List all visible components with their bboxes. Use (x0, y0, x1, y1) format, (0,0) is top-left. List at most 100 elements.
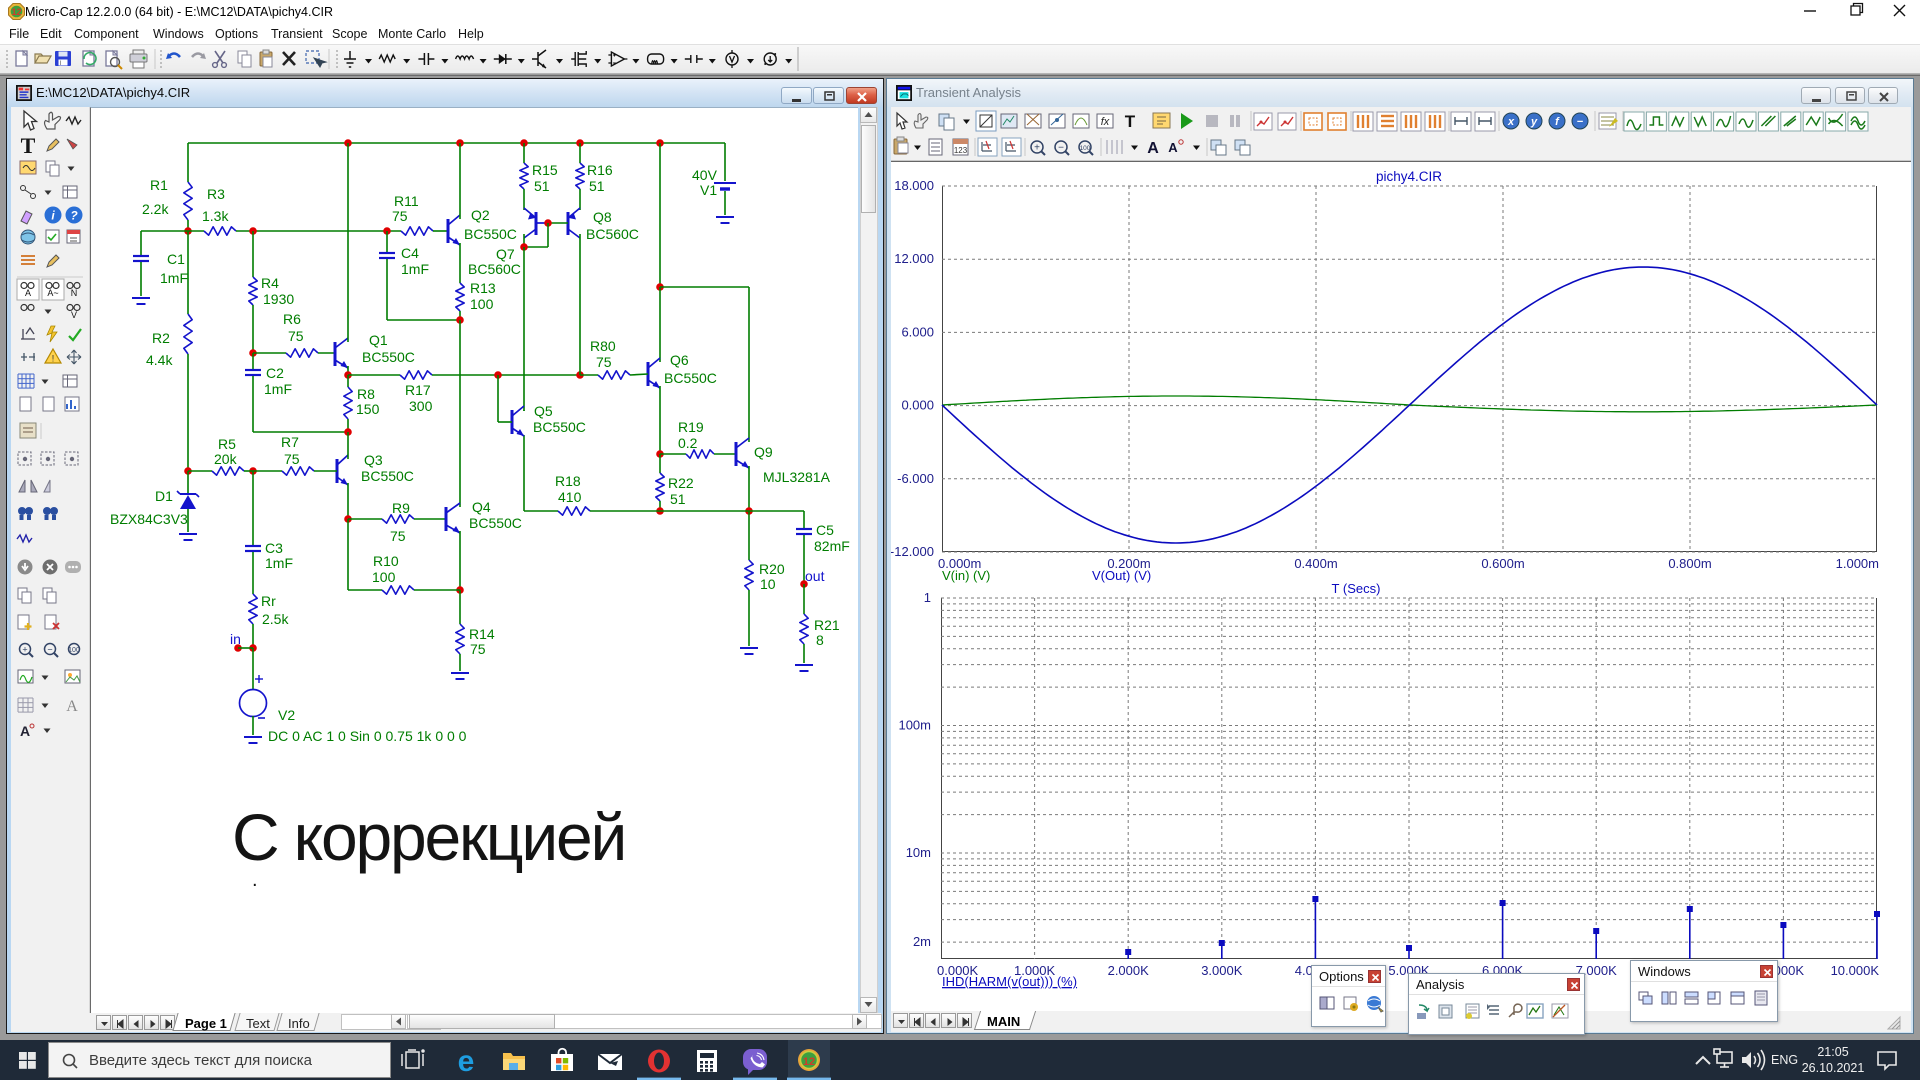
svg-text:T: T (21, 133, 36, 158)
svg-text:MJL3281A: MJL3281A (763, 469, 831, 485)
svg-text:?: ? (70, 209, 78, 223)
svg-text:R2: R2 (152, 330, 170, 346)
svg-text:C4: C4 (401, 245, 419, 261)
svg-text:0.2: 0.2 (678, 435, 698, 451)
svg-text:R5: R5 (218, 436, 236, 452)
svg-text:R9: R9 (392, 500, 410, 516)
svg-text:51: 51 (589, 178, 605, 194)
svg-text:R10: R10 (373, 553, 399, 569)
svg-text:ENG: ENG (1771, 1053, 1798, 1067)
svg-text:BC560C: BC560C (586, 226, 639, 242)
svg-text:D1: D1 (155, 488, 173, 504)
svg-text:BC550C: BC550C (361, 468, 414, 484)
svg-text:0.800m: 0.800m (1668, 556, 1711, 571)
svg-text:BC560C: BC560C (468, 261, 521, 277)
svg-text:Q9: Q9 (754, 444, 773, 460)
svg-text:75: 75 (284, 451, 300, 467)
svg-text:75: 75 (288, 328, 304, 344)
svg-text:+: + (22, 645, 27, 655)
svg-text:A: A (20, 723, 30, 739)
svg-text:T: T (1125, 112, 1136, 131)
svg-text:out: out (805, 568, 825, 584)
svg-text:V(in) (V): V(in) (V) (942, 568, 990, 583)
svg-text:R19: R19 (678, 419, 704, 435)
svg-text:150: 150 (356, 401, 380, 417)
svg-text:Q5: Q5 (534, 403, 553, 419)
svg-text:4.4k: 4.4k (146, 352, 173, 368)
svg-text:Rr: Rr (261, 593, 276, 609)
svg-text:12: 12 (11, 7, 21, 17)
svg-text:2m: 2m (913, 934, 931, 949)
svg-text:R14: R14 (469, 626, 495, 642)
svg-text:1930: 1930 (263, 291, 294, 307)
svg-text:100: 100 (1080, 145, 1091, 152)
svg-text:410: 410 (558, 489, 582, 505)
svg-text:75: 75 (392, 208, 408, 224)
svg-text:0.000: 0.000 (901, 398, 934, 413)
svg-text:A: A (1168, 140, 1178, 155)
svg-text:BC550C: BC550C (464, 226, 517, 242)
svg-text:T (Secs): T (Secs) (1332, 581, 1381, 596)
svg-text:18.000: 18.000 (894, 178, 934, 193)
svg-text:C3: C3 (265, 540, 283, 556)
svg-text:!: ! (52, 354, 55, 364)
svg-text:8: 8 (816, 632, 824, 648)
svg-text:A~: A~ (47, 288, 58, 298)
svg-text:Q2: Q2 (471, 207, 490, 223)
svg-text:R18: R18 (555, 473, 581, 489)
svg-text:N: N (71, 288, 78, 298)
svg-text:R3: R3 (207, 186, 225, 202)
svg-text:x: x (1507, 116, 1515, 128)
svg-text:2.2k: 2.2k (142, 201, 169, 217)
svg-text:A: A (25, 288, 31, 298)
svg-text:C5: C5 (816, 522, 834, 538)
svg-text:R15: R15 (532, 162, 558, 178)
svg-text:51: 51 (670, 491, 686, 507)
svg-text:IHD(HARM(v(out))) (%): IHD(HARM(v(out))) (%) (942, 974, 1077, 989)
svg-text:Q3: Q3 (364, 452, 383, 468)
svg-text:V: V (71, 310, 77, 320)
svg-text:R13: R13 (470, 280, 496, 296)
svg-text:−: − (1577, 116, 1584, 128)
svg-text:С коррекцией: С коррекцией (232, 800, 625, 874)
svg-text:300: 300 (409, 398, 433, 414)
svg-text:10.000K: 10.000K (1831, 963, 1880, 978)
svg-text:2.5k: 2.5k (262, 611, 289, 627)
svg-text:100m: 100m (898, 718, 931, 733)
svg-text:51: 51 (534, 178, 550, 194)
svg-text:Q6: Q6 (670, 352, 689, 368)
svg-text:V1: V1 (700, 182, 717, 198)
svg-text:R6: R6 (283, 311, 301, 327)
svg-text:V(Out) (V): V(Out) (V) (1092, 568, 1151, 583)
svg-text:1mF: 1mF (401, 261, 429, 277)
svg-text:1: 1 (924, 590, 931, 605)
svg-text:6.000: 6.000 (901, 324, 934, 339)
svg-text:123: 123 (954, 146, 968, 155)
svg-text:y: y (1530, 116, 1538, 128)
svg-text:10m: 10m (906, 845, 931, 860)
svg-text:R21: R21 (814, 617, 840, 633)
svg-text:V2: V2 (278, 707, 295, 723)
svg-text:C1: C1 (167, 251, 185, 267)
svg-text:20k: 20k (214, 451, 238, 467)
svg-text:Q8: Q8 (593, 209, 612, 225)
svg-text:−: − (47, 645, 52, 655)
svg-text:BC550C: BC550C (469, 515, 522, 531)
svg-text:BC550C: BC550C (533, 419, 586, 435)
svg-text:100: 100 (470, 296, 494, 312)
svg-text:R22: R22 (668, 475, 694, 491)
svg-text:pichy4.CIR: pichy4.CIR (1376, 169, 1442, 184)
svg-text:BZX84C3V3: BZX84C3V3 (110, 511, 188, 527)
svg-text:R8: R8 (357, 386, 375, 402)
svg-text:40V: 40V (692, 167, 718, 183)
svg-text:BC550C: BC550C (362, 349, 415, 365)
svg-text:Q4: Q4 (472, 499, 491, 515)
svg-text:R17: R17 (405, 382, 431, 398)
svg-text:Q7: Q7 (496, 246, 515, 262)
svg-text:BC550C: BC550C (664, 370, 717, 386)
svg-text:75: 75 (596, 354, 612, 370)
svg-text:0.400m: 0.400m (1294, 556, 1337, 571)
svg-text:-6.000: -6.000 (897, 471, 934, 486)
svg-text:R1: R1 (150, 177, 168, 193)
svg-text:+: + (1034, 143, 1040, 154)
